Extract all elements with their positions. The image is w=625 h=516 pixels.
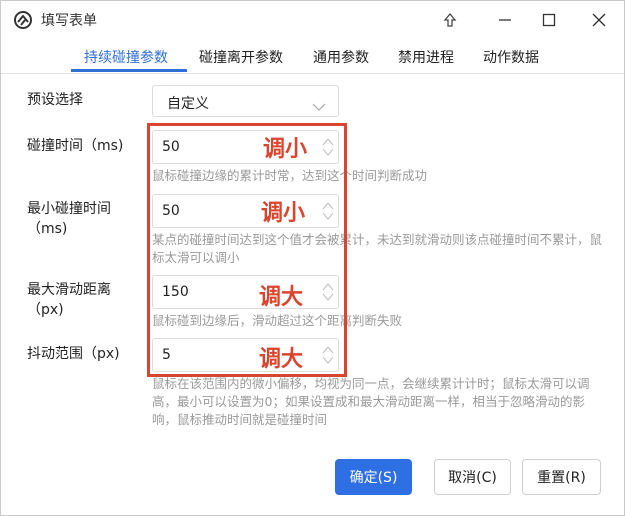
max-slide-distance-unit: （px): [27, 302, 64, 318]
spinner-arrows-icon[interactable]: [322, 200, 334, 222]
min-collision-time-hint: 某点的碰撞时间达到这个值才会被累计，未达到就滑动则该点碰撞时间不累计，鼠标太滑可…: [152, 232, 603, 265]
tab-general[interactable]: 通用参数: [313, 47, 369, 67]
ok-button[interactable]: 确定(S): [335, 459, 412, 495]
min-collision-time-unit: （ms): [27, 221, 68, 237]
annotation-decrease-1: 调小: [263, 137, 308, 162]
collision-time-label: 碰撞时间（ms): [27, 138, 124, 154]
annotation-decrease-2: 调小: [261, 201, 306, 226]
pin-icon[interactable]: [436, 7, 464, 33]
tab-collision-leave[interactable]: 碰撞离开参数: [199, 47, 283, 67]
collision-time-value: 50: [162, 139, 180, 155]
preset-select[interactable]: 自定义: [152, 85, 339, 117]
min-collision-time-label: 最小碰撞时间: [27, 201, 111, 217]
reset-button[interactable]: 重置(R): [522, 459, 601, 495]
close-icon[interactable]: [585, 7, 613, 33]
jitter-range-hint: 鼠标在该范围内的微小偏移，均视为同一点，会继续累计计时；鼠标太滑可以调高，最小可…: [152, 376, 590, 427]
jitter-range-input[interactable]: 5: [152, 338, 339, 372]
window-title: 填写表单: [41, 13, 97, 29]
annotation-increase-2: 调大: [259, 347, 304, 372]
active-tab-indicator: [71, 69, 187, 72]
app-logo-icon: [13, 10, 33, 30]
tab-continuous-collision[interactable]: 持续碰撞参数: [84, 47, 168, 67]
title-bar: 填写表单: [1, 1, 624, 39]
max-slide-distance-value: 150: [162, 284, 189, 300]
chevron-down-icon: [312, 97, 326, 116]
max-slide-distance-hint: 鼠标碰到边缘后，滑动超过这个距离判断失败: [152, 313, 403, 328]
annotation-increase-1: 调大: [259, 285, 304, 310]
tab-action-data[interactable]: 动作数据: [483, 47, 539, 67]
jitter-range-label: 抖动范围（px): [27, 346, 120, 362]
jitter-range-value: 5: [162, 347, 171, 363]
max-slide-distance-input[interactable]: 150: [152, 275, 339, 309]
cancel-button[interactable]: 取消(C): [434, 459, 511, 495]
max-slide-distance-label: 最大滑动距离: [27, 282, 111, 298]
tab-disabled-processes[interactable]: 禁用进程: [398, 47, 454, 67]
min-collision-time-input[interactable]: 50: [152, 194, 339, 228]
tab-bar: 持续碰撞参数 碰撞离开参数 通用参数 禁用进程 动作数据: [1, 39, 624, 74]
collision-time-hint: 鼠标碰撞边缘的累计时常，达到这个时间判断成功: [152, 168, 428, 183]
spinner-arrows-icon[interactable]: [322, 344, 334, 366]
min-collision-time-value: 50: [162, 203, 180, 219]
preset-select-value: 自定义: [167, 96, 209, 112]
maximize-icon[interactable]: [535, 7, 563, 33]
spinner-arrows-icon[interactable]: [322, 281, 334, 303]
collision-time-input[interactable]: 50: [152, 130, 339, 164]
spinner-arrows-icon[interactable]: [322, 136, 334, 158]
minimize-icon[interactable]: [491, 7, 519, 33]
preset-label: 预设选择: [27, 92, 83, 108]
dialog-window: 填写表单 持续碰撞参数 碰撞离开参数 通用参数 禁用进程 动作数据 预设选择 自…: [0, 0, 625, 516]
